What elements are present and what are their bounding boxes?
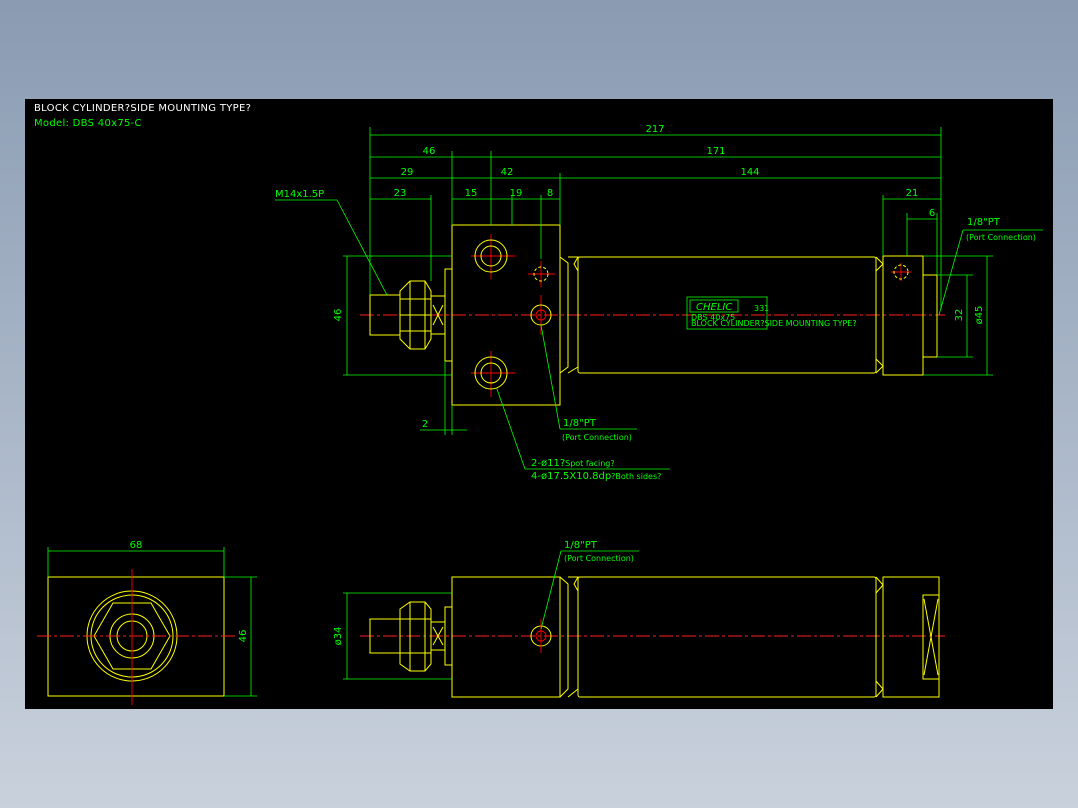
dim-46-top: 46 [423, 146, 436, 157]
dim-171: 171 [706, 146, 725, 157]
nameplate-line2: BLOCK CYLINDER?SIDE MOUNTING TYPE? [691, 319, 857, 328]
dim-144: 144 [740, 167, 759, 178]
dim-23: 23 [394, 188, 407, 199]
dim-19: 19 [510, 188, 523, 199]
nameplate-code: 331 [754, 304, 769, 313]
port-callout-bottom-size: 1/8"PT [564, 540, 598, 551]
top-view-dimensions: 217 46 171 29 42 144 23 15 19 8 21 6 46 … [333, 124, 993, 435]
dim-42: 42 [501, 167, 514, 178]
dim-45: ø45 [974, 306, 985, 325]
dim-68: 68 [130, 540, 143, 551]
port-callout-bottom-note: (Port Connection) [564, 554, 634, 563]
dim-34: ø34 [333, 627, 344, 646]
rear-cap [882, 255, 924, 376]
cad-drawing: CHELIC 331 DBS 40x75 BLOCK CYLINDER?SIDE… [37, 124, 1043, 705]
dim-2: 2 [422, 419, 428, 430]
dim-217: 217 [645, 124, 664, 135]
holes-callout-2: 4-ø17.5X10.8dp?Both sides? [531, 471, 661, 482]
holes-callout-1: 2-ø11?Spot facing? [531, 458, 615, 469]
side-view-front-block [451, 576, 561, 698]
port-callout-top-size: 1/8"PT [967, 217, 1001, 228]
side-view: ø34 1/8"PT (Port Connection) [333, 540, 945, 698]
dim-21: 21 [906, 188, 919, 199]
dim-32: 32 [954, 309, 965, 322]
dim-6: 6 [929, 208, 935, 219]
drawing-canvas: BLOCK CYLINDER?SIDE MOUNTING TYPE? Model… [25, 99, 1053, 709]
dim-46-left: 46 [333, 309, 344, 322]
dim-29: 29 [401, 167, 414, 178]
dim-8: 8 [547, 188, 553, 199]
side-view-barrel [577, 576, 877, 698]
thread-callout: M14x1.5P [275, 189, 324, 200]
port-callout-mid-note: (Port Connection) [562, 433, 632, 442]
port-callout-mid-size: 1/8"PT [563, 418, 597, 429]
nameplate-brand: CHELIC [696, 302, 732, 313]
end-view: 68 46 [37, 540, 257, 705]
dim-15: 15 [465, 188, 478, 199]
dim-46-end: 46 [238, 630, 249, 643]
port-callout-top-note: (Port Connection) [966, 233, 1036, 242]
